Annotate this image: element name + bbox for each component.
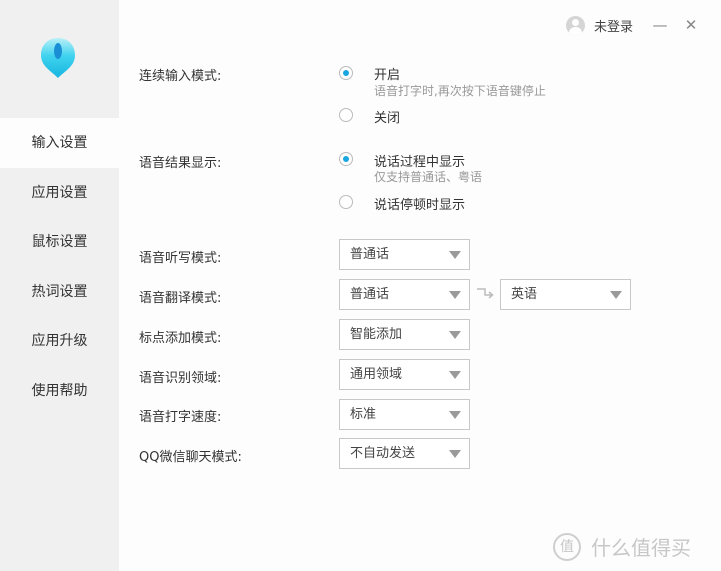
sidebar-item-help[interactable]: 使用帮助 [0, 366, 119, 416]
display-on-pause-label: 说话停顿时显示 [374, 198, 466, 213]
chevron-down-icon [449, 411, 461, 419]
translation-from-value: 普通话 [350, 287, 390, 302]
translation-to-value: 英语 [511, 287, 538, 302]
punctuation-mode-value: 智能添加 [350, 327, 403, 342]
sidebar-item-input-settings[interactable]: 输入设置 [0, 118, 119, 168]
chat-mode-select[interactable]: 不自动发送 [339, 438, 470, 469]
watermark: 值 什么值得买 [553, 532, 691, 561]
chevron-down-icon [449, 371, 461, 379]
punctuation-mode-label: 标点添加模式: [139, 331, 222, 346]
translate-arrow-icon [477, 288, 494, 299]
sidebar-item-app-settings[interactable]: 应用设置 [0, 168, 119, 218]
dictation-mode-value: 普通话 [350, 247, 390, 262]
watermark-badge-icon: 值 [553, 532, 581, 561]
translation-from-select[interactable]: 普通话 [339, 279, 470, 310]
recognition-domain-value: 通用领域 [350, 367, 403, 382]
continuous-input-off-radio[interactable] [339, 108, 353, 122]
app-logo-icon [41, 38, 75, 78]
continuous-input-on-hint: 语音打字时,再次按下语音键停止 [374, 84, 546, 98]
chevron-down-icon [610, 291, 622, 299]
watermark-text: 什么值得买 [591, 536, 691, 560]
avatar-icon [566, 15, 585, 35]
translation-mode-label: 语音翻译模式: [139, 291, 222, 306]
sidebar-item-mouse-settings[interactable]: 鼠标设置 [0, 217, 119, 267]
chevron-down-icon [449, 251, 461, 259]
chevron-down-icon [449, 450, 461, 458]
sidebar-item-hotword-settings[interactable]: 热词设置 [0, 267, 119, 317]
recognition-domain-select[interactable]: 通用领域 [339, 359, 470, 390]
continuous-input-label: 连续输入模式: [139, 69, 222, 84]
chat-mode-label: QQ微信聊天模式: [139, 450, 242, 465]
translation-to-select[interactable]: 英语 [500, 279, 631, 310]
display-on-pause-radio[interactable] [339, 195, 353, 209]
typing-speed-label: 语音打字速度: [139, 410, 222, 425]
chat-mode-value: 不自动发送 [350, 446, 416, 461]
sidebar-item-app-upgrade[interactable]: 应用升级 [0, 316, 119, 366]
continuous-input-off-label: 关闭 [374, 111, 401, 126]
chevron-down-icon [449, 291, 461, 299]
typing-speed-value: 标准 [350, 407, 377, 422]
display-while-speaking-hint: 仅支持普通话、粤语 [374, 170, 483, 184]
display-while-speaking-radio[interactable] [339, 152, 353, 166]
close-button[interactable]: ✕ [681, 14, 701, 36]
punctuation-mode-select[interactable]: 智能添加 [339, 319, 470, 350]
dictation-mode-label: 语音听写模式: [139, 251, 222, 266]
recognition-domain-label: 语音识别领域: [139, 371, 222, 386]
typing-speed-select[interactable]: 标准 [339, 399, 470, 430]
sidebar: 输入设置 应用设置 鼠标设置 热词设置 应用升级 使用帮助 [0, 0, 119, 571]
minimize-button[interactable]: — [650, 14, 670, 36]
continuous-input-on-label: 开启 [374, 68, 401, 83]
chevron-down-icon [449, 331, 461, 339]
result-display-label: 语音结果显示: [139, 156, 222, 171]
user-login-button[interactable]: 未登录 [566, 14, 633, 36]
continuous-input-on-radio[interactable] [339, 66, 353, 80]
dictation-mode-select[interactable]: 普通话 [339, 239, 470, 270]
user-login-label: 未登录 [594, 19, 634, 35]
